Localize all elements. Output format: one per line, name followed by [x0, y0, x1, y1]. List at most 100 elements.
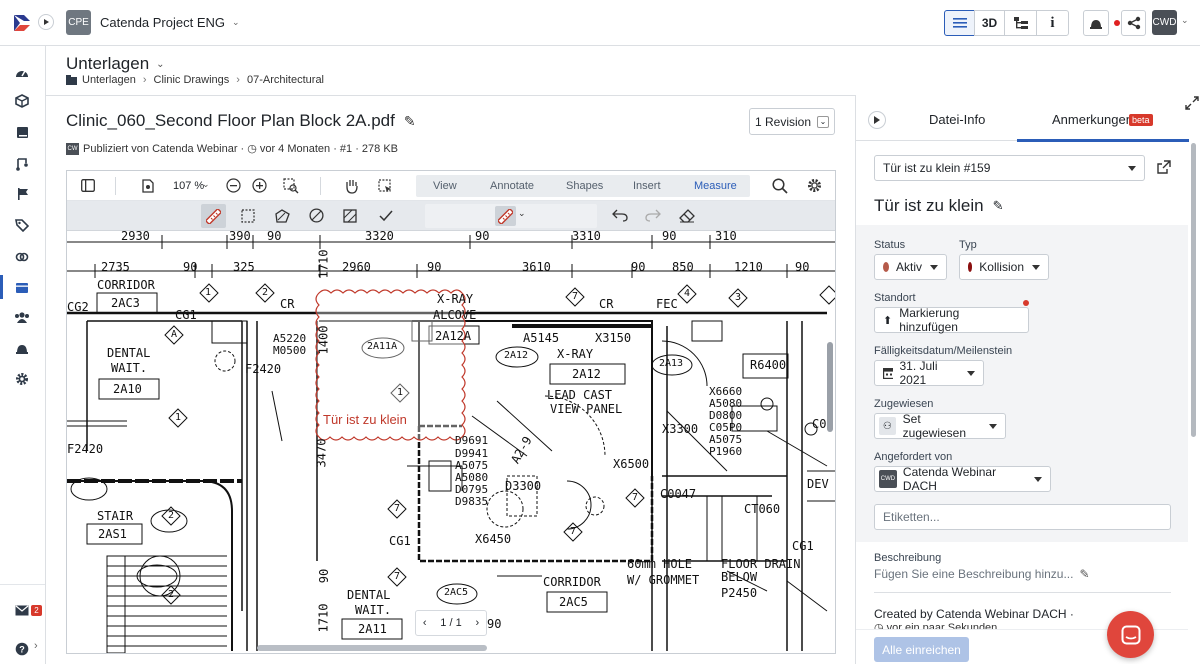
section-title[interactable]: Unterlagen ⌄: [66, 54, 165, 74]
flag-icon[interactable]: [11, 183, 33, 205]
open-external-icon[interactable]: [1157, 160, 1171, 174]
breadcrumb-item[interactable]: 07-Architectural: [247, 74, 324, 86]
zoom-out-icon[interactable]: [226, 178, 241, 193]
select-area-icon[interactable]: [378, 179, 392, 193]
user-avatar[interactable]: CWD: [1152, 10, 1177, 35]
checkmark-icon[interactable]: [379, 210, 393, 222]
workflow-icon[interactable]: [11, 153, 33, 175]
panel-scrollbar[interactable]: [1191, 143, 1196, 437]
breadcrumb-item[interactable]: Clinic Drawings: [154, 74, 230, 86]
dimension-label: 90: [183, 260, 198, 274]
edit-pencil-icon[interactable]: ✎: [993, 198, 1004, 214]
zoom-in-icon[interactable]: [252, 178, 267, 193]
room-name: X-RAY: [437, 292, 474, 306]
cube-icon[interactable]: [11, 90, 33, 112]
project-selector[interactable]: Catenda Project ENG ⌄: [100, 15, 240, 30]
chevron-down-icon: [1128, 165, 1136, 171]
annotations-panel: Datei-Info Anmerkungen beta Tür ist zu k…: [855, 95, 1200, 664]
requested-by-dropdown[interactable]: CWD Catenda Webinar DACH: [874, 465, 1051, 493]
marker-label: 1: [397, 387, 404, 398]
previous-page-arrow-icon[interactable]: ‹: [423, 617, 427, 629]
expand-nav-button[interactable]: [38, 14, 54, 30]
collapse-panel-button[interactable]: [868, 111, 886, 129]
room-label: CG2: [67, 300, 89, 314]
users-icon[interactable]: [11, 306, 33, 328]
submit-all-button[interactable]: Alle einreichen: [874, 637, 969, 662]
measure-polygon-icon[interactable]: [275, 209, 290, 223]
vertical-scrollbar[interactable]: [827, 342, 833, 432]
chevron-down-icon[interactable]: ⌄: [518, 208, 526, 219]
description-input[interactable]: Fügen Sie eine Beschreibung hinzu... ✎: [874, 567, 1090, 581]
annotation-selector[interactable]: Tür ist zu klein #159: [874, 155, 1145, 181]
mode-tab-insert[interactable]: Insert: [633, 180, 661, 192]
measure-rectangle-icon[interactable]: [343, 209, 357, 223]
due-date-picker[interactable]: 31. Juli 2021: [874, 359, 984, 387]
link-icon[interactable]: [11, 246, 33, 268]
tab-annotations[interactable]: Anmerkungen: [1052, 112, 1133, 127]
list-view-button[interactable]: [944, 10, 975, 36]
revision-dropdown[interactable]: 1 Revision ⌄: [749, 108, 835, 135]
assigned-dropdown[interactable]: ⚇ Set zugewiesen: [874, 412, 1006, 440]
mode-tab-shapes[interactable]: Shapes: [566, 180, 603, 192]
room-label: C0: [812, 417, 827, 431]
room-name: STAIR: [97, 509, 134, 523]
room-label: CG1: [389, 534, 411, 548]
book-icon[interactable]: [11, 121, 33, 143]
help-icon[interactable]: ?: [11, 638, 33, 660]
top-bar: CPE Catenda Project ENG ⌄ 3D i CWD ⌄: [0, 0, 1200, 46]
dimension-label: 3470: [314, 438, 329, 468]
undo-icon[interactable]: [612, 209, 628, 222]
floor-plan-drawing[interactable]: 2930 390 90 3320 90 3310 90 310 2735 90 …: [67, 231, 835, 653]
chat-button[interactable]: [1107, 611, 1154, 658]
expand-arrow-icon[interactable]: ›: [34, 640, 38, 652]
settings-gear-icon[interactable]: [11, 368, 33, 390]
measure-area-icon[interactable]: [241, 209, 255, 223]
breadcrumb-separator: ›: [142, 74, 147, 86]
bimsync-button[interactable]: [1083, 10, 1109, 36]
mode-tab-measure[interactable]: Measure: [694, 180, 737, 192]
viewer-settings-gear-icon[interactable]: [807, 178, 822, 193]
room-label: CG1: [175, 308, 197, 322]
bimsync-icon[interactable]: [11, 337, 33, 359]
svg-text:?: ?: [19, 645, 25, 655]
user-group-icon: ⚇: [879, 417, 896, 435]
chevron-down-icon: ⌄: [817, 115, 830, 128]
redo-icon[interactable]: [645, 209, 661, 222]
search-icon[interactable]: [772, 178, 788, 194]
pan-hand-icon[interactable]: [344, 178, 359, 194]
tree-view-button[interactable]: [1004, 10, 1037, 36]
share-button[interactable]: [1121, 10, 1146, 36]
add-marker-button[interactable]: ⬆ Markierung hinzufügen: [874, 306, 1029, 334]
edit-pencil-icon[interactable]: ✎: [1079, 567, 1089, 581]
catenda-logo[interactable]: [10, 11, 34, 35]
horizontal-scrollbar[interactable]: [257, 645, 487, 651]
eraser-icon[interactable]: [679, 209, 695, 223]
status-dropdown[interactable]: Aktiv: [874, 254, 947, 280]
info-button[interactable]: i: [1036, 10, 1069, 36]
next-page-arrow-icon[interactable]: ›: [475, 617, 479, 629]
dashboard-icon[interactable]: [11, 61, 33, 83]
page-view-icon[interactable]: [142, 179, 154, 193]
breadcrumb-item[interactable]: Unterlagen: [82, 74, 136, 86]
sidebar-toggle-icon[interactable]: [81, 179, 95, 192]
annotation-heading: Tür ist zu klein ✎: [874, 196, 1004, 216]
annotation-label[interactable]: Tür ist zu klein: [323, 412, 407, 427]
tab-file-info[interactable]: Datei-Info: [929, 112, 985, 127]
room-name: WAIT.: [355, 603, 392, 617]
type-dropdown[interactable]: Kollision: [959, 254, 1049, 280]
measure-ellipse-icon[interactable]: [309, 208, 324, 223]
chevron-down-icon[interactable]: ⌄: [202, 179, 210, 190]
3d-view-button[interactable]: 3D: [974, 10, 1005, 36]
revision-label: 1 Revision: [754, 114, 812, 129]
zoom-level[interactable]: 107 %: [173, 180, 204, 192]
fullscreen-expand-icon[interactable]: [1185, 96, 1199, 110]
mode-tab-annotate[interactable]: Annotate: [490, 180, 534, 192]
mail-icon[interactable]: [11, 599, 33, 621]
tag-icon[interactable]: [11, 214, 33, 236]
mode-tab-view[interactable]: View: [433, 180, 457, 192]
tags-input[interactable]: Etiketten...: [874, 504, 1171, 530]
zoom-area-icon[interactable]: [283, 178, 299, 194]
edit-pencil-icon[interactable]: ✎: [404, 113, 416, 130]
documents-icon[interactable]: [11, 276, 33, 298]
chevron-down-icon[interactable]: ⌄: [1181, 15, 1189, 26]
